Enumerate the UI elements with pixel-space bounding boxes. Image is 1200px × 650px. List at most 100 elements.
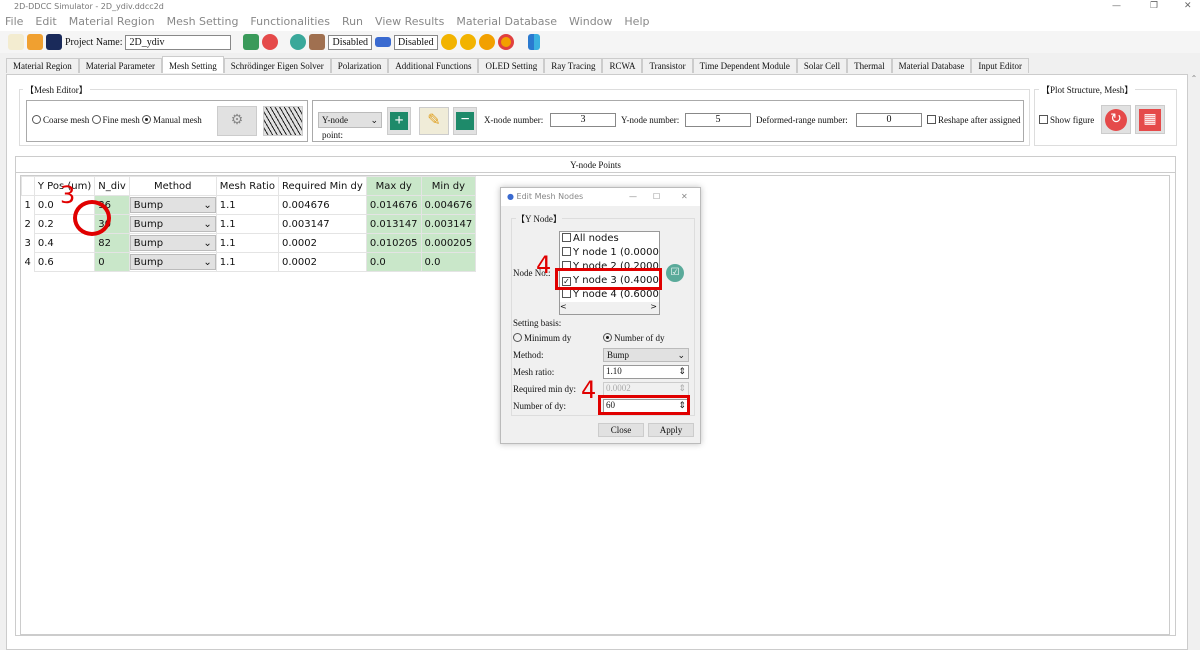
project-name-input[interactable]: 2D_ydiv (125, 34, 232, 50)
tab-rcwa[interactable]: RCWA (602, 58, 643, 73)
x-node-input[interactable]: 3 (550, 113, 616, 127)
dialog-minimize[interactable]: — (629, 188, 637, 206)
dialog-maximize[interactable]: ☐ (653, 188, 660, 206)
y-node-input[interactable]: 5 (685, 113, 751, 127)
edit-node-button[interactable]: ✎ (419, 107, 449, 135)
menu-help[interactable]: Help (624, 15, 649, 28)
refresh-icon[interactable] (262, 34, 279, 50)
deformed-range-input[interactable]: 0 (856, 113, 922, 127)
y-pos-cell[interactable]: 0.4 (33, 233, 96, 253)
plot-grid-button[interactable]: ▦ (1135, 105, 1165, 134)
tab-thermal[interactable]: Thermal (847, 58, 892, 73)
tab-material-parameter[interactable]: Material Parameter (78, 58, 162, 73)
table-row[interactable]: 3 0.4 82 Bump ⌄ 1.1 0.0002 0.010205 0.000… (22, 233, 477, 253)
tab-material-database[interactable]: Material Database (891, 58, 972, 73)
disabled-field-1[interactable]: Disabled (328, 34, 373, 50)
column-header[interactable]: Method (128, 176, 217, 196)
new-file-icon[interactable] (8, 34, 24, 50)
fine-mesh-radio[interactable]: Fine mesh (91, 115, 140, 125)
number-of-dy-radio[interactable]: Number of dy (603, 333, 665, 343)
auto-mesh-settings-button[interactable]: ⚙ (217, 106, 257, 136)
menu-mesh-setting[interactable]: Mesh Setting (167, 15, 239, 28)
reshape-checkbox[interactable]: Reshape after assigned (927, 115, 1020, 125)
run-file-icon[interactable] (478, 34, 495, 50)
minimum-dy-radio[interactable]: Minimum dy (513, 333, 571, 343)
remove-node-button[interactable]: − (453, 107, 477, 135)
y-pos-cell[interactable]: 0.6 (33, 252, 96, 272)
tab-time-dependent-module[interactable]: Time Dependent Module (692, 58, 797, 73)
required-min-dy-cell[interactable]: 0.004676 (277, 195, 367, 215)
apply-button[interactable]: Apply (648, 423, 694, 437)
n-div-cell[interactable]: 0 (94, 252, 130, 272)
manual-mesh-radio[interactable]: Manual mesh (142, 115, 202, 125)
method-cell[interactable]: Bump ⌄ (128, 195, 217, 215)
tab-material-region[interactable]: Material Region (6, 58, 79, 73)
tab-oled-setting[interactable]: OLED Setting (478, 58, 545, 73)
mesh-ratio-input[interactable]: 1.10 ⇕ (603, 365, 689, 379)
menu-run[interactable]: Run (342, 15, 363, 28)
run-icon[interactable] (440, 34, 457, 50)
node-list-item[interactable]: All nodes (560, 232, 659, 246)
tab-solar-cell[interactable]: Solar Cell (796, 58, 848, 73)
menu-material-region[interactable]: Material Region (69, 15, 155, 28)
settings-icon[interactable] (290, 34, 307, 50)
column-header[interactable]: N_div (94, 176, 130, 196)
method-cell[interactable]: Bump ⌄ (128, 214, 217, 234)
table-row[interactable]: 4 0.6 0 Bump ⌄ 1.1 0.0002 0.0 0.0 (22, 252, 477, 272)
tab-input-editor[interactable]: Input Editor (971, 58, 1030, 73)
disabled-field-2[interactable]: Disabled (394, 34, 438, 50)
minimize-button[interactable]: — (1112, 0, 1121, 13)
mesh-grid-button[interactable] (263, 106, 303, 136)
plot-refresh-button[interactable]: ↻ (1101, 105, 1131, 134)
vertical-scrollbar[interactable]: ⌃ (1188, 74, 1200, 634)
close-button[interactable]: Close (598, 423, 644, 437)
results-chart-icon[interactable] (527, 34, 540, 50)
stop-icon[interactable] (497, 34, 514, 50)
select-nodes-button[interactable]: ☑ (666, 264, 684, 282)
tab-schr-dinger-eigen-solver[interactable]: Schrödinger Eigen Solver (223, 58, 331, 73)
required-min-dy-cell[interactable]: 0.0002 (277, 252, 367, 272)
n-div-cell[interactable]: 82 (94, 233, 130, 253)
method-select[interactable]: Bump ⌄ (129, 216, 216, 232)
run-all-icon[interactable] (459, 34, 476, 50)
required-min-dy-cell[interactable]: 0.0002 (277, 233, 367, 253)
dialog-close[interactable]: ✕ (681, 188, 688, 206)
mesh-ratio-cell[interactable]: 1.1 (215, 195, 279, 215)
add-node-button[interactable]: + (387, 107, 411, 135)
save-icon[interactable] (46, 34, 62, 50)
menu-edit[interactable]: Edit (35, 15, 56, 28)
restore-button[interactable]: ❐ (1150, 0, 1158, 13)
mesh-view-icon[interactable] (243, 34, 260, 50)
column-header[interactable]: Required Min dy (277, 176, 367, 196)
node-list-item[interactable]: Y node 4 (0.6000 μ (560, 288, 659, 302)
tab-transistor[interactable]: Transistor (642, 58, 693, 73)
menu-view-results[interactable]: View Results (375, 15, 444, 28)
required-min-dy-cell[interactable]: 0.003147 (277, 214, 367, 234)
menu-file[interactable]: File (5, 15, 23, 28)
tab-polarization[interactable]: Polarization (330, 58, 389, 73)
coarse-mesh-radio[interactable]: Coarse mesh (32, 115, 89, 125)
mesh-ratio-cell[interactable]: 1.1 (215, 252, 279, 272)
column-header[interactable]: Min dy (420, 176, 477, 196)
list-icon[interactable] (375, 37, 392, 47)
show-figure-checkbox[interactable]: Show figure (1039, 115, 1094, 125)
tab-ray-tracing[interactable]: Ray Tracing (544, 58, 603, 73)
close-button[interactable]: ✕ (1184, 0, 1192, 13)
menu-window[interactable]: Window (569, 15, 612, 28)
horizontal-scrollbar[interactable]: < > (560, 302, 659, 314)
tab-mesh-setting[interactable]: Mesh Setting (161, 56, 224, 73)
mesh-ratio-cell[interactable]: 1.1 (215, 214, 279, 234)
tab-additional-functions[interactable]: Additional Functions (388, 58, 479, 73)
column-header[interactable]: Max dy (365, 176, 422, 196)
column-header[interactable]: Mesh Ratio (215, 176, 279, 196)
method-cell[interactable]: Bump ⌄ (128, 233, 217, 253)
method-select[interactable]: Bump ⌄ (603, 348, 689, 362)
method-select[interactable]: Bump ⌄ (129, 235, 216, 251)
method-select[interactable]: Bump ⌄ (129, 197, 216, 213)
mesh-ratio-cell[interactable]: 1.1 (215, 233, 279, 253)
method-cell[interactable]: Bump ⌄ (128, 252, 217, 272)
menu-material-database[interactable]: Material Database (456, 15, 557, 28)
node-type-select[interactable]: Y-node point: ⌄ (318, 112, 382, 140)
method-select[interactable]: Bump ⌄ (129, 254, 216, 270)
node-list-item[interactable]: Y node 1 (0.0000 μ (560, 246, 659, 260)
